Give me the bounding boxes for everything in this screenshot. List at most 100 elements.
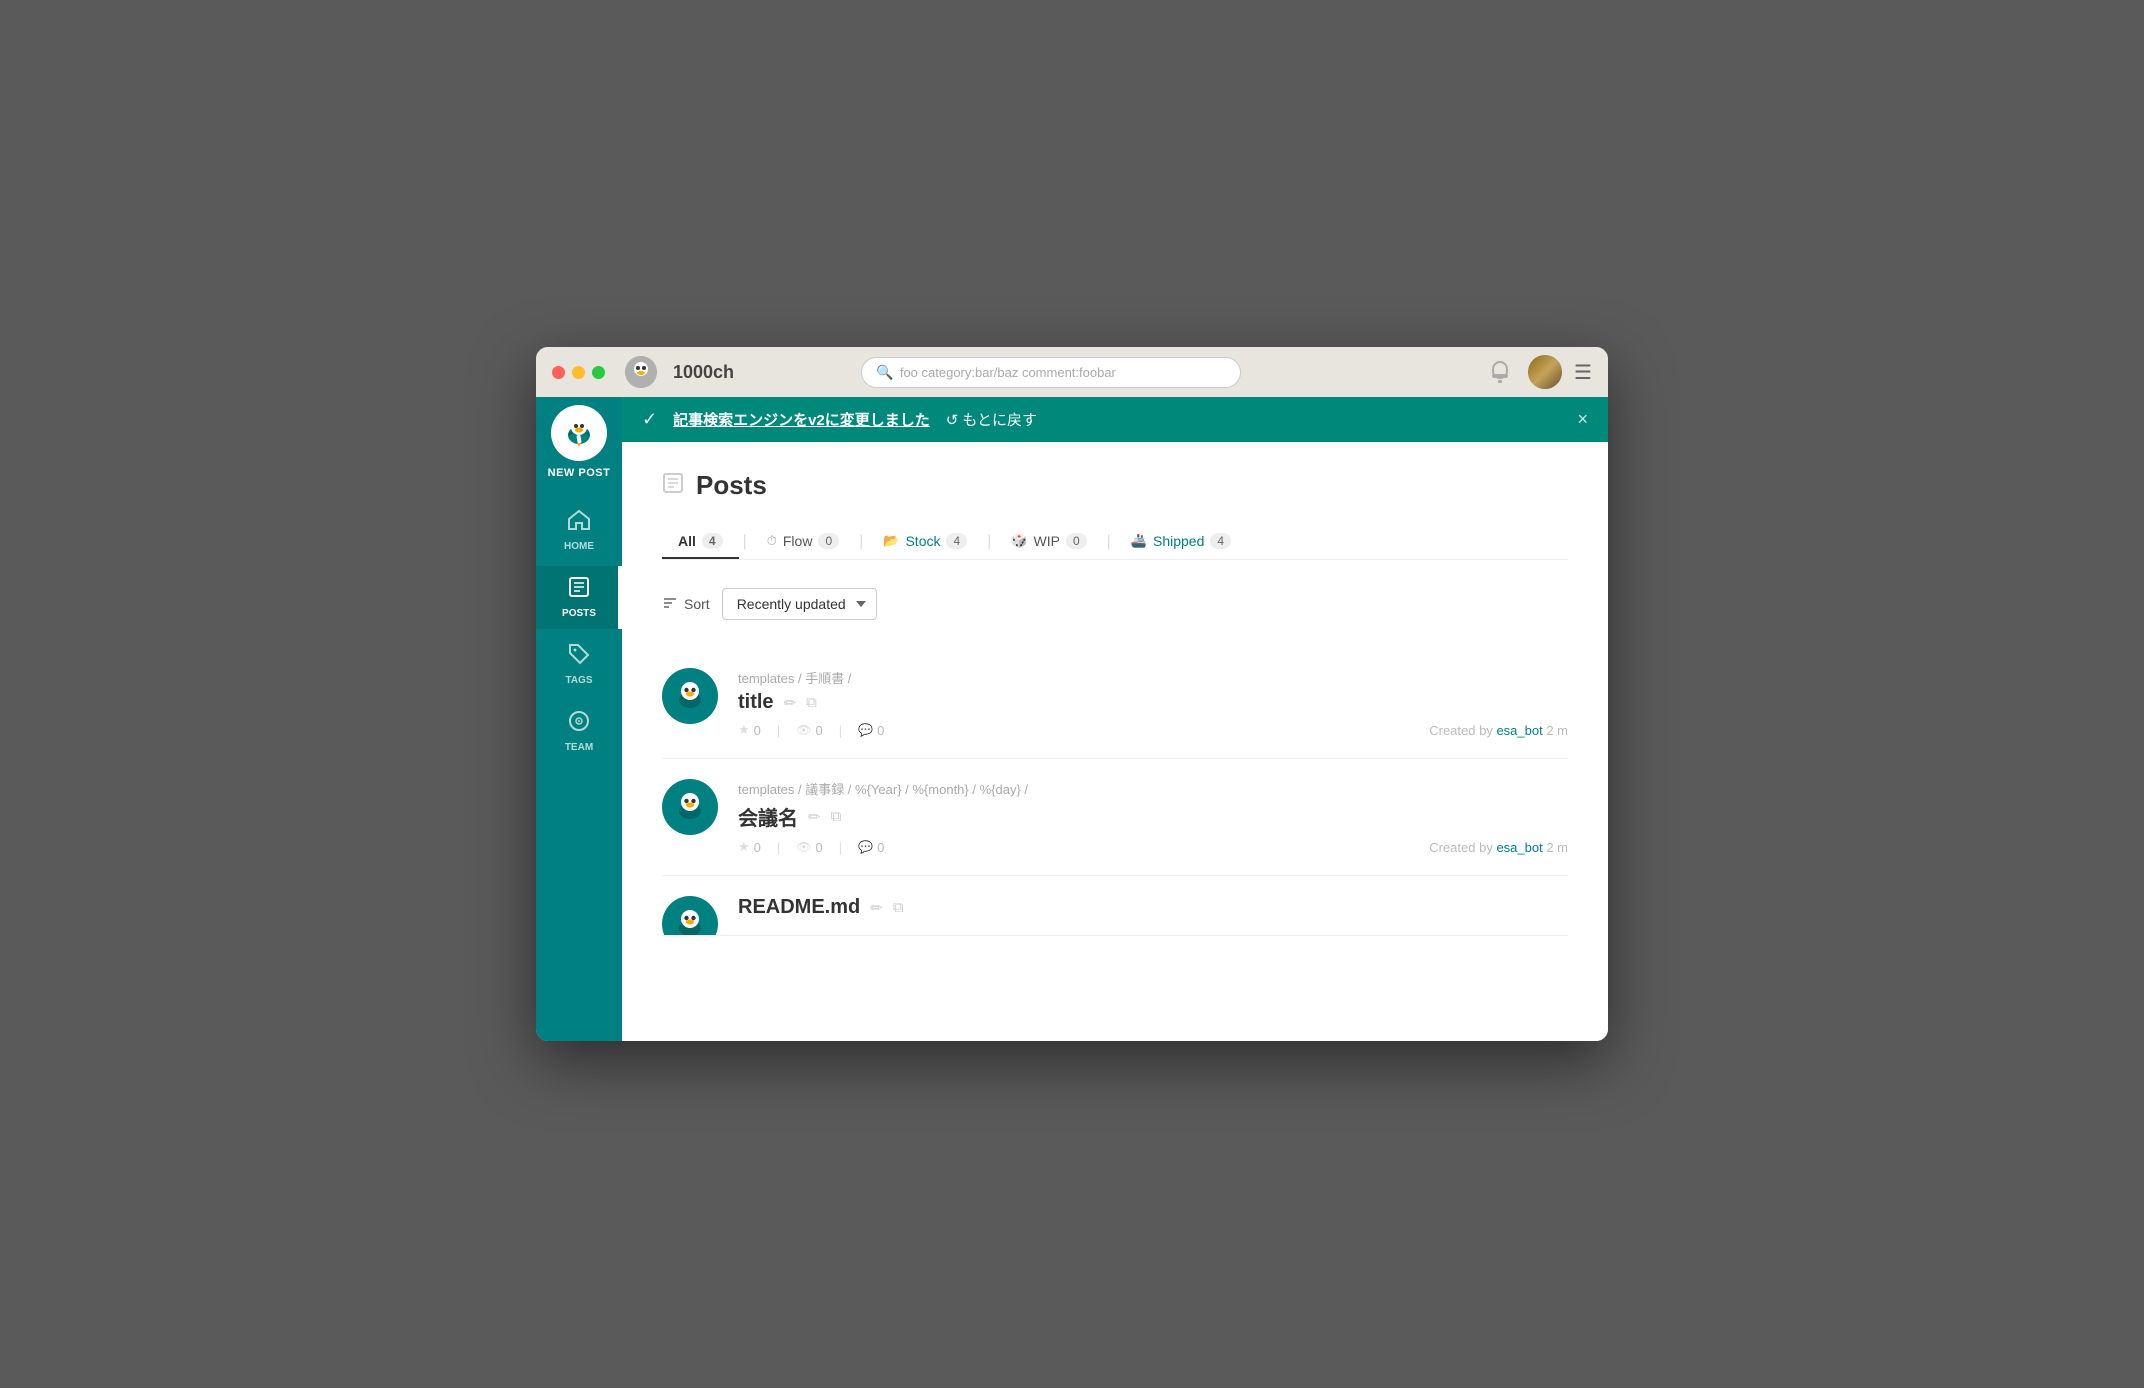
tab-wip[interactable]: 🎲 WIP 0 [995, 525, 1102, 559]
creator-link-1[interactable]: esa_bot [1496, 723, 1542, 738]
view-count-2: 0 [816, 840, 823, 855]
tab-sep-1: | [739, 533, 751, 551]
tab-sep-4: | [1103, 533, 1115, 551]
sidebar-item-home[interactable]: HOME [536, 499, 622, 562]
creator-link-2[interactable]: esa_bot [1496, 840, 1542, 855]
team-name: 1000ch [673, 362, 734, 383]
banner-revert-button[interactable]: ↺ もとに戻す [946, 409, 1037, 430]
team-avatar [625, 356, 657, 388]
post-stars-2: ★ 0 [738, 839, 761, 855]
home-label: HOME [564, 541, 594, 552]
post-meta-2: ★ 0 | 👁 0 | 💬 [738, 839, 1568, 855]
banner-check-icon: ✓ [642, 409, 657, 430]
sidebar-nav: HOME POSTS [536, 499, 622, 763]
banner-message[interactable]: 記事検索エンジンをv2に変更しました [673, 409, 930, 430]
new-post-label: NEW POST [548, 467, 611, 479]
page-title: Posts [696, 470, 767, 501]
user-avatar[interactable] [1528, 355, 1562, 389]
comment-icon-2: 💬 [858, 840, 873, 854]
main-layout: NEW POST HOME [536, 397, 1608, 1041]
tab-wip-label: WIP [1034, 533, 1060, 549]
menu-button[interactable]: ☰ [1574, 360, 1592, 385]
created-ago-2: 2 m [1546, 840, 1568, 855]
revert-icon: ↺ [946, 411, 959, 429]
post-views-2: 👁 0 [796, 840, 822, 855]
tab-all[interactable]: All 4 [662, 525, 739, 559]
sort-select[interactable]: Recently updated Recently created Commen… [722, 588, 877, 620]
search-input-placeholder: foo category:bar/baz comment:foobar [900, 365, 1116, 380]
post-created-1: Created by esa_bot 2 m [1429, 723, 1568, 738]
post-edit-icon-1[interactable]: ✏ [784, 694, 797, 712]
post-copy-icon-1[interactable]: ⧉ [806, 694, 817, 711]
comment-count-1: 0 [877, 723, 884, 738]
tab-all-label: All [678, 533, 696, 549]
post-copy-icon-2[interactable]: ⧉ [831, 808, 842, 825]
sidebar-item-team[interactable]: TEAM [536, 700, 622, 763]
tab-shipped[interactable]: 🚢 Shipped 4 [1115, 525, 1247, 559]
post-item-2: templates / 議事録 / %{Year} / %{month} / %… [662, 759, 1568, 876]
tab-all-count: 4 [702, 533, 723, 549]
tab-stock[interactable]: 📂 Stock 4 [867, 525, 983, 559]
post-edit-icon-3[interactable]: ✏ [870, 899, 883, 917]
post-item-3: README.md ✏ ⧉ [662, 876, 1568, 936]
post-avatar-2 [662, 779, 718, 835]
created-ago-1: 2 m [1546, 723, 1568, 738]
flow-icon: ⏱ [767, 533, 777, 549]
tab-shipped-label: Shipped [1153, 533, 1204, 549]
tab-sep-2: | [855, 533, 867, 551]
tab-wip-count: 0 [1066, 533, 1087, 549]
post-created-2: Created by esa_bot 2 m [1429, 840, 1568, 855]
post-edit-icon-2[interactable]: ✏ [808, 808, 821, 826]
post-avatar-1 [662, 668, 718, 724]
tab-flow[interactable]: ⏱ Flow 0 [751, 525, 855, 559]
post-stars-1: ★ 0 [738, 722, 761, 738]
new-post-button[interactable] [551, 405, 607, 461]
post-title-row-1: title ✏ ⧉ [738, 691, 1568, 714]
star-icon-1: ★ [738, 722, 750, 738]
posts-icon [568, 576, 590, 604]
sort-row: Sort Recently updated Recently created C… [662, 588, 1568, 620]
tab-stock-label: Stock [905, 533, 940, 549]
view-icon-1: 👁 [796, 723, 811, 737]
tab-shipped-count: 4 [1210, 533, 1231, 549]
stock-icon: 📂 [883, 533, 899, 549]
tab-stock-count: 4 [946, 533, 967, 549]
minimize-button[interactable] [572, 366, 585, 379]
banner-close-button[interactable]: × [1577, 409, 1588, 430]
tags-icon [568, 643, 590, 671]
post-title-row-3: README.md ✏ ⧉ [738, 896, 1568, 919]
home-icon [567, 509, 591, 537]
page-title-icon [662, 472, 684, 500]
team-icon [568, 710, 590, 738]
notification-banner: ✓ 記事検索エンジンをv2に変更しました ↺ もとに戻す × [622, 397, 1608, 442]
star-count-1: 0 [754, 723, 761, 738]
maximize-button[interactable] [592, 366, 605, 379]
comment-icon-1: 💬 [858, 723, 873, 737]
view-count-1: 0 [816, 723, 823, 738]
revert-label: もとに戻す [962, 409, 1037, 430]
post-title-2[interactable]: 会議名 [738, 802, 798, 831]
post-title-3[interactable]: README.md [738, 896, 860, 919]
post-breadcrumb-1: templates / 手順書 / [738, 668, 1568, 687]
sidebar-item-posts[interactable]: POSTS [536, 566, 622, 629]
content-area: ✓ 記事検索エンジンをv2に変更しました ↺ もとに戻す × [622, 397, 1608, 1041]
app-window: 1000ch 🔍 foo category:bar/baz comment:fo… [536, 347, 1608, 1041]
tags-label: TAGS [565, 675, 592, 686]
post-copy-icon-3[interactable]: ⧉ [893, 899, 904, 916]
post-list: templates / 手順書 / title ✏ ⧉ ★ 0 [662, 648, 1568, 936]
notifications-icon[interactable] [1484, 353, 1516, 391]
star-count-2: 0 [754, 840, 761, 855]
sort-label: Sort [662, 595, 710, 614]
post-title-row-2: 会議名 ✏ ⧉ [738, 802, 1568, 831]
titlebar: 1000ch 🔍 foo category:bar/baz comment:fo… [536, 347, 1608, 397]
post-item: templates / 手順書 / title ✏ ⧉ ★ 0 [662, 648, 1568, 759]
search-bar[interactable]: 🔍 foo category:bar/baz comment:foobar [861, 357, 1241, 388]
close-button[interactable] [552, 366, 565, 379]
post-meta-1: ★ 0 | 👁 0 | 💬 [738, 722, 1568, 738]
sidebar: NEW POST HOME [536, 397, 622, 1041]
sidebar-item-tags[interactable]: TAGS [536, 633, 622, 696]
team-label: TEAM [565, 742, 593, 753]
post-title-1[interactable]: title [738, 691, 774, 714]
sort-text: Sort [684, 596, 710, 612]
traffic-lights [552, 366, 605, 379]
